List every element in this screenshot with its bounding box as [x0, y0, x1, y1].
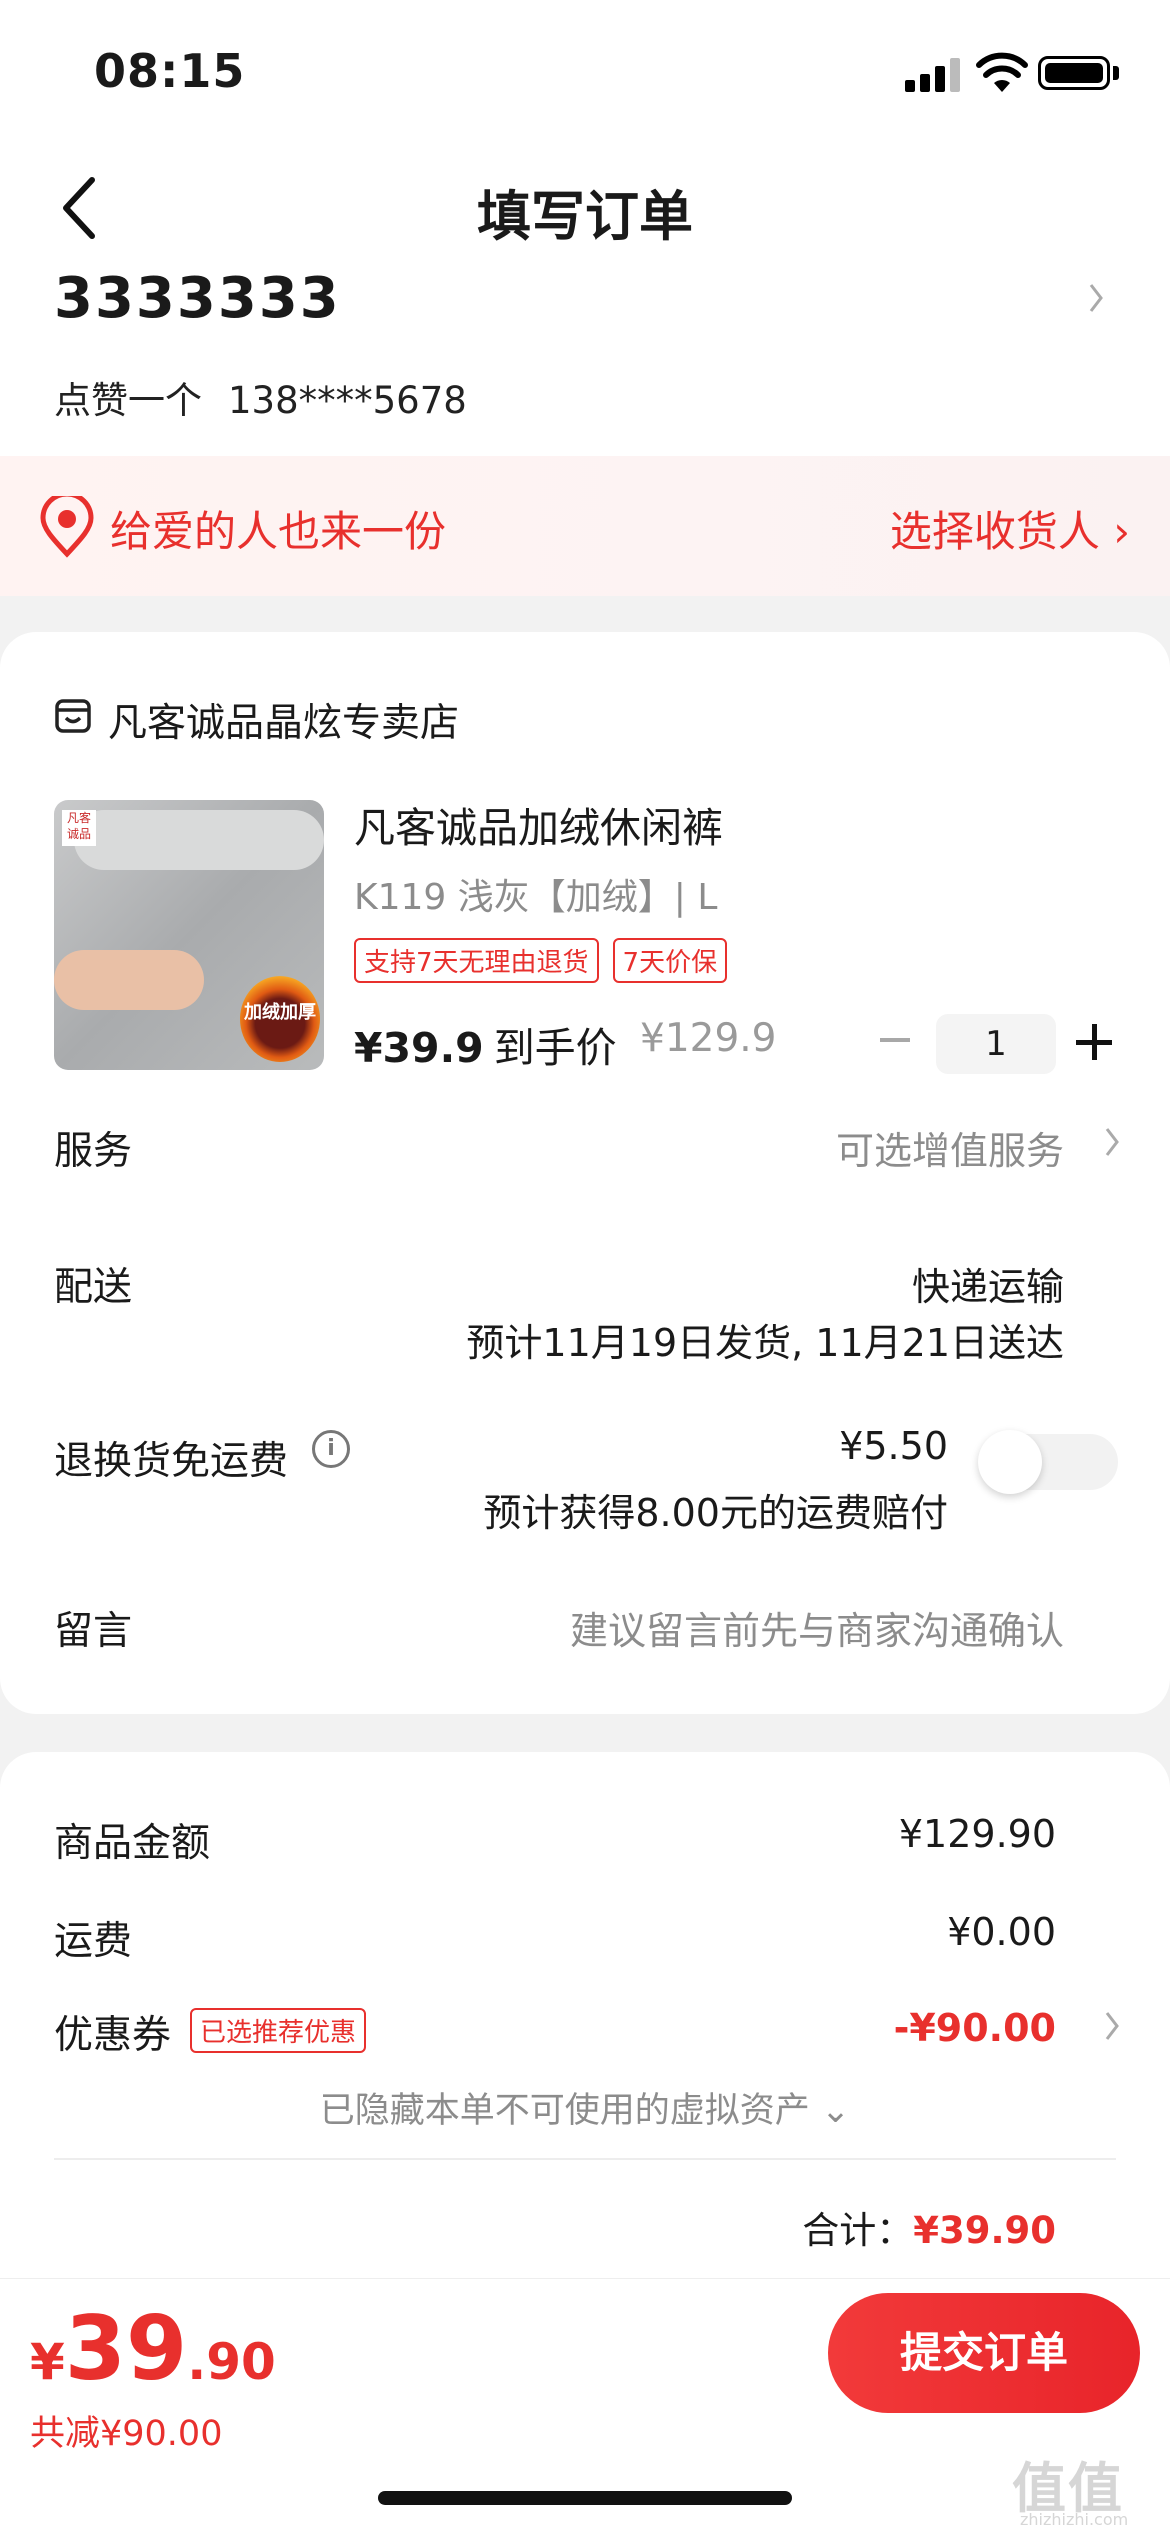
service-value[interactable]: 可选增值服务 [836, 1120, 1064, 1175]
signal-icon [905, 58, 961, 92]
pay-amount-int: 39 [64, 2297, 188, 2400]
product-tag: 7天价保 [612, 938, 728, 983]
return-shipping-note: 预计获得8.00元的运费赔付 [483, 1491, 948, 1535]
bottom-bar: ¥39.90 共减¥90.00 提交订单 [0, 2278, 1170, 2532]
delivery-eta: 预计11月19日发货, 11月21日送达 [466, 1321, 1064, 1365]
order-card: 凡客诚品晶炫专卖店 凡客诚品 加绒加厚 凡客诚品加绒休闲裤 K119 浅灰【加绒… [0, 632, 1170, 1714]
total-value: ¥39.90 [913, 2209, 1056, 2252]
battery-icon [1038, 56, 1110, 90]
goods-amount-label: 商品金额 [54, 1821, 211, 1866]
select-recipient-link[interactable]: 选择收货人 › [890, 498, 1130, 559]
quantity-increase-button[interactable] [1076, 1024, 1112, 1060]
delivery-label: 配送 [54, 1265, 133, 1310]
home-indicator[interactable] [378, 2491, 792, 2505]
gift-banner[interactable]: 给爱的人也来一份 选择收货人 › [0, 456, 1170, 596]
coupon-tag: 已选推荐优惠 [190, 2008, 367, 2053]
return-shipping-label: 退换货免运费 [54, 1439, 289, 1484]
address-contact: 点赞一个 138****5678 [54, 370, 493, 424]
gift-text: 给爱的人也来一份 [110, 507, 447, 556]
order-total: 合计：¥39.90 [802, 2200, 1056, 2254]
coupon-value[interactable]: -¥90.00 [894, 2006, 1056, 2050]
product-title[interactable]: 凡客诚品加绒休闲裤 [354, 794, 723, 854]
goods-amount-value: ¥129.90 [898, 1812, 1056, 1856]
hidden-assets-toggle[interactable]: 已隐藏本单不可使用的虚拟资产 ⌄ [0, 2082, 1170, 2133]
location-pin-icon [40, 496, 94, 558]
total-label: 合计： [802, 2209, 914, 2252]
delivery-method: 快递运输 [911, 1265, 1064, 1309]
status-time: 08:15 [94, 44, 246, 98]
coupon-label: 优惠券 [54, 2013, 172, 2058]
quantity-decrease-button[interactable] [880, 1038, 910, 1042]
chevron-right-icon[interactable] [1104, 1126, 1120, 1158]
chevron-right-icon[interactable] [1104, 2010, 1120, 2042]
return-shipping-toggle[interactable] [978, 1430, 1118, 1494]
shipping-value: ¥0.00 [947, 1910, 1056, 1954]
product-price: ¥39.9 到手价 [354, 1014, 617, 1074]
product-tags: 支持7天无理由退货 7天价保 [354, 938, 728, 983]
divider [54, 2158, 1116, 2160]
summary-card: 商品金额 ¥129.90 运费 ¥0.00 优惠券 已选推荐优惠 -¥90.00… [0, 1752, 1170, 2292]
original-price: ¥129.9 [640, 1016, 777, 1061]
message-input[interactable]: 建议留言前先与商家沟通确认 [570, 1600, 1064, 1655]
return-shipping-price: ¥5.50 [839, 1424, 948, 1468]
service-label: 服务 [54, 1129, 133, 1174]
shipping-label: 运费 [54, 1919, 133, 1964]
pay-amount-dec: .90 [187, 2333, 276, 2391]
page-title: 填写订单 [477, 185, 693, 248]
shop-name[interactable]: 凡客诚品晶炫专卖店 [108, 692, 459, 748]
message-label: 留言 [54, 1609, 133, 1654]
chevron-right-icon[interactable] [1088, 282, 1104, 314]
product-brand-logo: 凡客诚品 [62, 810, 96, 846]
submit-order-button[interactable]: 提交订单 [828, 2293, 1140, 2413]
info-icon[interactable]: i [312, 1430, 350, 1468]
price-value: ¥39.9 [354, 1024, 484, 1072]
shop-icon [55, 699, 91, 733]
product-image[interactable]: 凡客诚品 加绒加厚 [54, 800, 324, 1070]
pay-currency: ¥ [30, 2333, 65, 2391]
address-name[interactable]: 3333333 [54, 266, 341, 331]
product-tag: 支持7天无理由退货 [354, 938, 599, 983]
product-sku[interactable]: K119 浅灰【加绒】| L [354, 868, 717, 920]
wifi-icon [976, 52, 1028, 92]
price-label: 到手价 [493, 1024, 617, 1072]
pay-amount: ¥39.90 [30, 2297, 276, 2400]
saved-amount: 共减¥90.00 [30, 2414, 223, 2454]
product-badge: 加绒加厚 [240, 976, 320, 1062]
watermark-url: zhizhizhi.com [1020, 2510, 1129, 2529]
top-section: 08:15 填写订单 3333333 点赞一个 138****5678 [0, 0, 1170, 460]
recipient-phone: 138****5678 [228, 379, 467, 422]
quantity-value[interactable]: 1 [936, 1014, 1056, 1074]
recipient-name: 点赞一个 [54, 379, 202, 422]
